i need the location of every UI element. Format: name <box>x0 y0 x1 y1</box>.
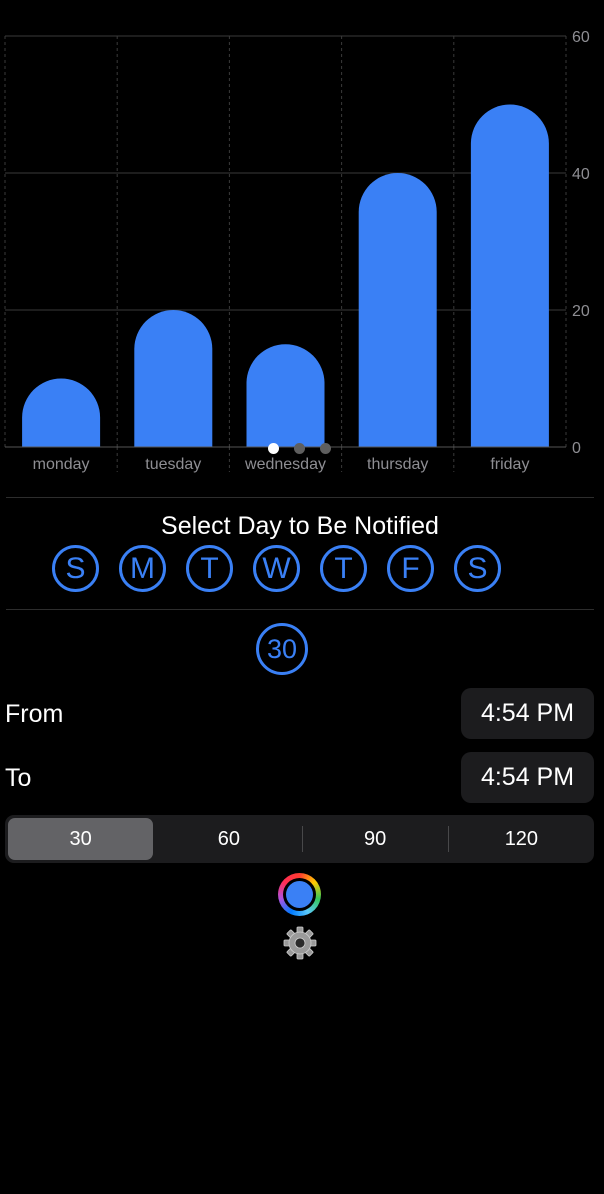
interval-badge: 30 <box>256 623 308 675</box>
divider <box>6 497 594 498</box>
day-sunday-button[interactable]: S <box>52 545 99 592</box>
page-dot-1[interactable] <box>268 443 279 454</box>
day-thursday-button[interactable]: T <box>320 545 367 592</box>
page-dot-3[interactable] <box>320 443 331 454</box>
bar-friday <box>470 104 549 448</box>
y-tick-label: 60 <box>572 29 590 46</box>
day-wednesday-button[interactable]: W <box>253 545 300 592</box>
to-label: To <box>5 764 32 792</box>
from-label: From <box>5 700 64 728</box>
to-time-picker[interactable]: 4:54 PM <box>461 752 594 803</box>
page-dot-2[interactable] <box>294 443 305 454</box>
y-tick-label: 0 <box>572 440 581 457</box>
x-tick-label: tuesday <box>145 456 201 473</box>
segment-120[interactable]: 120 <box>449 818 594 860</box>
bar-thursday <box>358 173 437 447</box>
notify-days-title: Select Day to Be Notified <box>161 512 439 540</box>
day-friday-button[interactable]: F <box>387 545 434 592</box>
from-time-picker[interactable]: 4:54 PM <box>461 688 594 739</box>
bar-chart: 0 20 40 60 monday tuesday wednesday thursday fri… <box>0 0 604 480</box>
day-selector: S M T W T F S <box>52 545 501 592</box>
bar-wednesday <box>246 344 325 447</box>
gear-icon[interactable] <box>283 926 317 960</box>
y-tick-label: 40 <box>572 166 590 183</box>
x-tick-label: thursday <box>367 456 428 473</box>
x-tick-label: monday <box>33 456 90 473</box>
bar-monday <box>22 378 101 447</box>
color-wheel-icon[interactable] <box>278 873 321 916</box>
day-monday-button[interactable]: M <box>119 545 166 592</box>
segment-90[interactable]: 90 <box>303 818 448 860</box>
segment-60[interactable]: 60 <box>156 818 301 860</box>
day-tuesday-button[interactable]: T <box>186 545 233 592</box>
color-wheel-swatch <box>286 881 313 908</box>
bar-tuesday <box>134 310 213 447</box>
divider <box>6 609 594 610</box>
page-indicator[interactable] <box>268 443 331 454</box>
bar-chart-svg: 0 20 40 60 monday tuesday wednesday thursday fri… <box>4 29 590 473</box>
day-saturday-button[interactable]: S <box>454 545 501 592</box>
segment-30[interactable]: 30 <box>8 818 154 860</box>
x-tick-label: friday <box>490 456 529 473</box>
interval-segmented-control: 30 60 90 120 <box>5 815 594 863</box>
x-tick-label: wednesday <box>244 456 326 473</box>
y-tick-label: 20 <box>572 303 590 320</box>
